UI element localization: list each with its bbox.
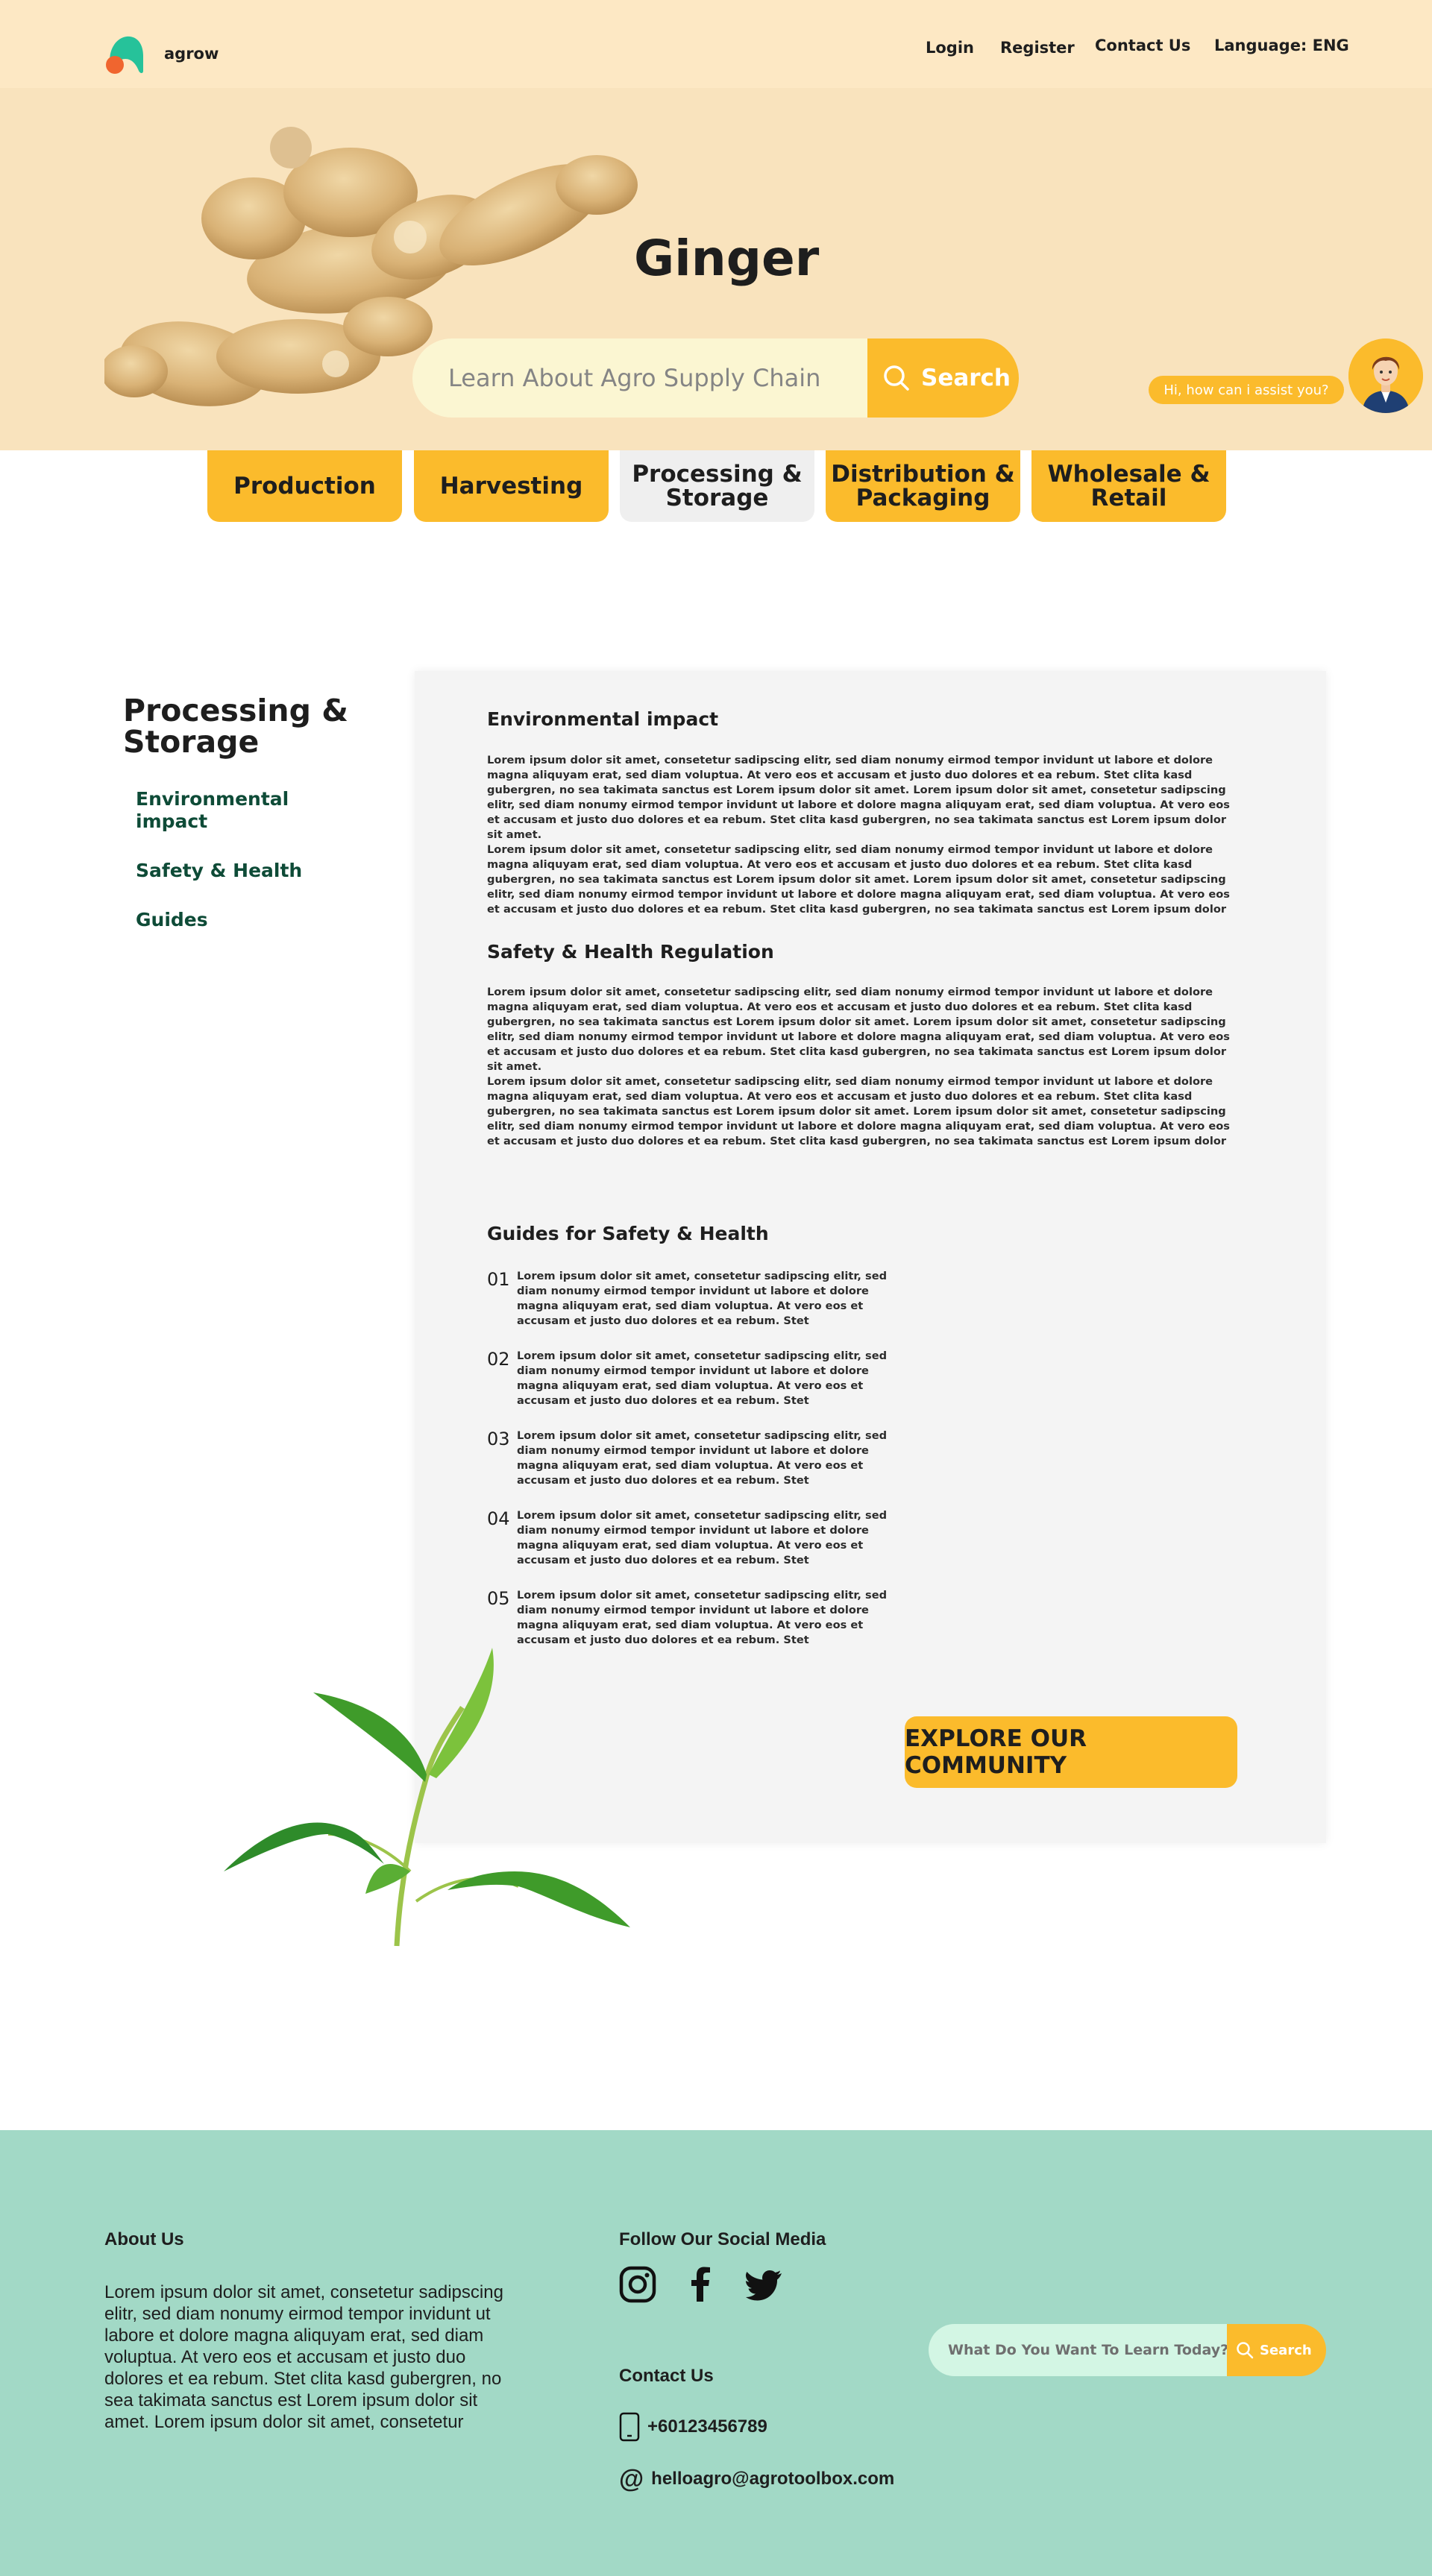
assistant-avatar[interactable] [1348,338,1423,413]
guide-text: Lorem ipsum dolor sit amet, consetetur s… [517,1589,888,1646]
site-footer: About Us Lorem ipsum dolor sit amet, con… [0,2130,1432,2576]
guide-number: 02 [487,1349,510,1370]
at-sign-icon: @ [619,2465,644,2493]
tab-production[interactable]: Production [207,450,402,522]
guide-number: 01 [487,1269,510,1290]
guide-text: Lorem ipsum dolor sit amet, consetetur s… [517,1350,888,1407]
sidebar-link-guides[interactable]: Guides [136,909,208,931]
plant-image [224,1648,630,1947]
search-icon [884,365,909,391]
contact-us-heading: Contact Us [619,2366,714,2386]
hero-banner: Ginger Search Hi, how can i assist you? [0,88,1432,450]
tab-harvesting[interactable]: Harvesting [414,450,609,522]
brand-name[interactable]: agrow [164,45,219,63]
contact-us-link[interactable]: Contact Us [1095,37,1190,54]
sidebar-title: Processing & Storage [123,693,348,760]
footer-search-input[interactable] [929,2324,1228,2376]
email-address: helloagro@agrotoolbox.com [651,2469,895,2489]
guide-text: Lorem ipsum dolor sit amet, consetetur s… [517,1270,888,1327]
paragraph: Lorem ipsum dolor sit amet, consetetur s… [487,986,1230,1073]
hero-search-input[interactable] [412,338,869,418]
hero-search-button[interactable]: Search [867,338,1019,418]
top-navigation: agrow Login Register Contact Us Language… [0,0,1432,88]
guide-text: Lorem ipsum dolor sit amet, consetetur s… [517,1509,888,1566]
guide-text: Lorem ipsum dolor sit amet, consetetur s… [517,1429,888,1487]
paragraph: Lorem ipsum dolor sit amet, consetetur s… [487,1075,1230,1147]
facebook-icon[interactable] [682,2266,720,2303]
page-title: Ginger [634,230,820,287]
paragraph: Lorem ipsum dolor sit amet, consetetur s… [487,843,1230,916]
footer-search-label: Search [1260,2342,1312,2358]
tab-distribution-packaging[interactable]: Distribution & Packaging [826,450,1020,522]
phone-number: +60123456789 [647,2416,767,2437]
phone-contact[interactable]: +60123456789 [619,2412,767,2442]
paragraph: Lorem ipsum dolor sit amet, consetetur s… [487,754,1230,841]
sidebar-link-environmental-impact[interactable]: Environmental impact [136,788,315,833]
instagram-icon[interactable] [619,2266,656,2303]
section-title-environmental-impact: Environmental impact [487,708,719,730]
section-title-guides: Guides for Safety & Health [487,1223,769,1244]
register-link[interactable]: Register [1000,39,1075,57]
login-link[interactable]: Login [926,39,974,57]
guide-number: 03 [487,1429,510,1449]
email-contact[interactable]: @ helloagro@agrotoolbox.com [619,2466,894,2492]
sidebar-link-safety-health[interactable]: Safety & Health [136,860,302,882]
search-button-label: Search [921,365,1011,391]
social-media-heading: Follow Our Social Media [619,2229,826,2249]
guide-number: 05 [487,1588,510,1609]
search-icon [1237,2342,1254,2359]
agrow-logo[interactable] [103,34,146,77]
assistant-prompt[interactable]: Hi, how can i assist you? [1149,376,1344,404]
hero-search-field[interactable] [412,338,869,418]
phone-icon [619,2412,640,2442]
language-selector[interactable]: Language: ENG [1214,37,1349,54]
tab-processing-storage[interactable]: Processing & Storage [620,450,814,522]
tab-wholesale-retail[interactable]: Wholesale & Retail [1031,450,1226,522]
twitter-icon[interactable] [746,2266,783,2303]
guide-number: 04 [487,1508,510,1529]
about-us-heading: About Us [104,2229,184,2249]
about-us-text: Lorem ipsum dolor sit amet, consetetur s… [104,2282,503,2432]
footer-search-field[interactable] [929,2324,1228,2376]
footer-search-button[interactable]: Search [1227,2324,1326,2376]
explore-community-button[interactable]: EXPLORE OUR COMMUNITY [905,1716,1237,1788]
section-title-safety-health: Safety & Health Regulation [487,941,774,963]
